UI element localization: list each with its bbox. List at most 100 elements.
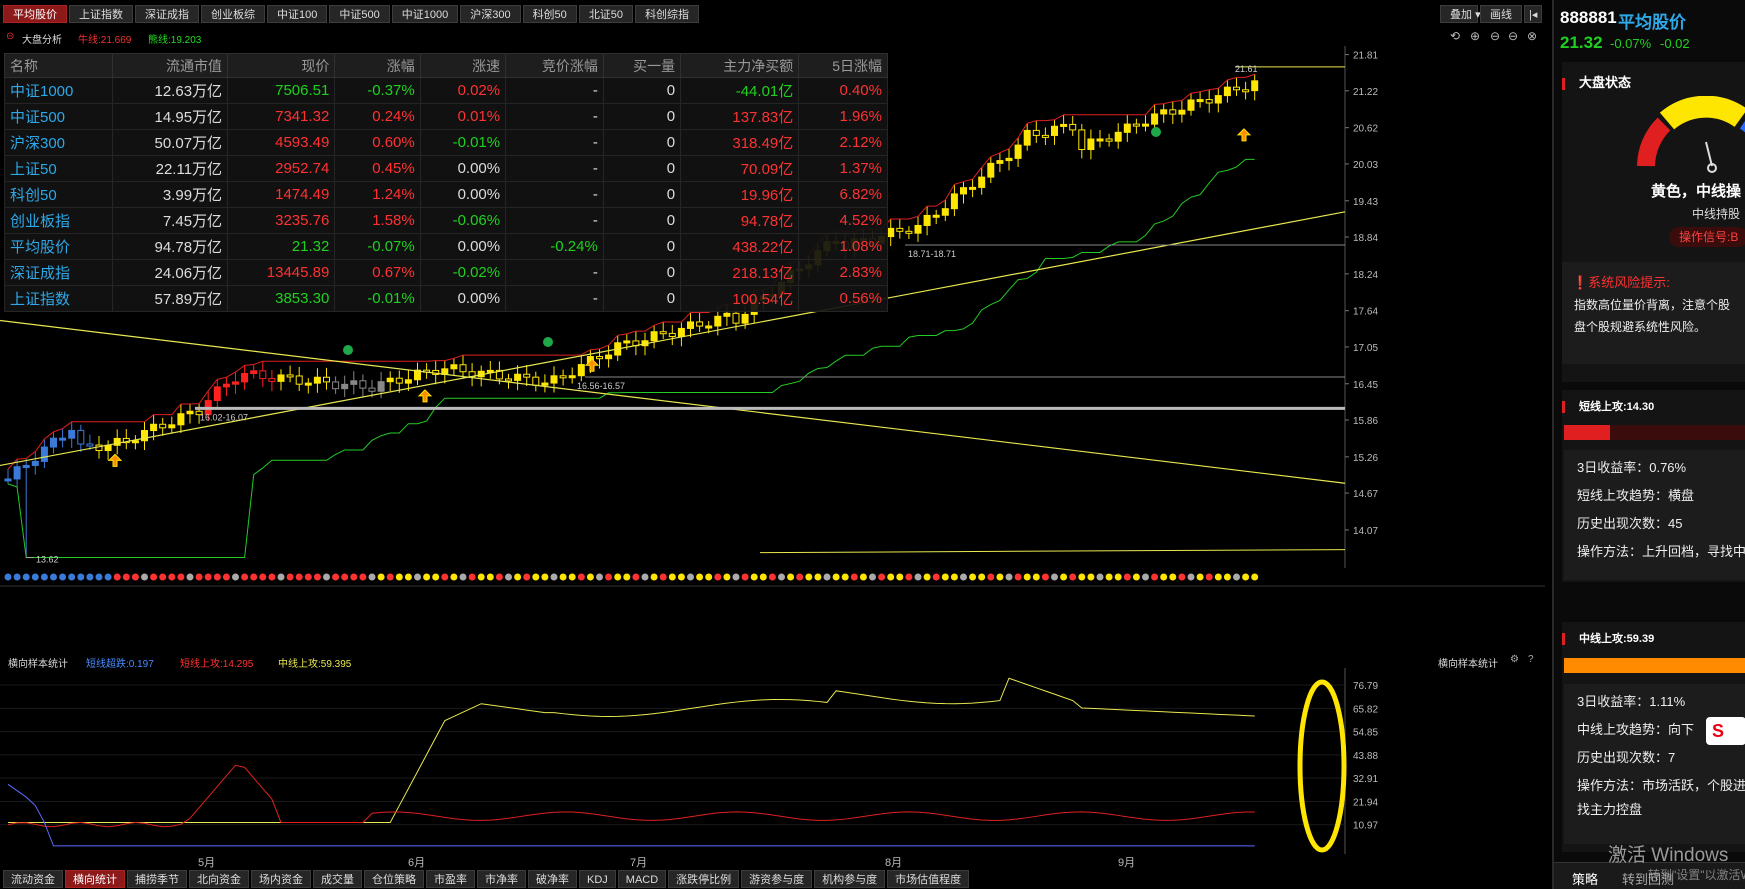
detail-line: 3日收益率：1.11% [1577,694,1686,709]
candle-body [295,375,303,385]
help-icon[interactable]: ? [1528,654,1534,665]
column-header[interactable]: 主力净买额 [680,53,800,78]
signal-dot [505,573,512,581]
close-icon[interactable]: ⊗ [1527,29,1537,43]
zoom-out-icon[interactable]: ⊖ [1490,29,1500,43]
index-tab[interactable]: 中证100 [267,5,328,23]
table-row[interactable]: 深证成指 24.06万亿 13445.89 0.67% -0.02% -0 218.13亿 2… [3,259,888,286]
indicator-tab[interactable]: 市场估值程度 [887,870,970,888]
indicator-tab[interactable]: 机构参与度 [814,870,886,888]
cell-cap: 24.06万亿 [112,259,229,286]
indicator-tab[interactable]: KDJ [579,870,616,888]
column-header[interactable]: 5日涨幅 [798,53,888,78]
column-header[interactable]: 名称 [3,53,114,78]
mid-attack-title: 中线上攻:59.39 [1579,633,1655,645]
signal-dot [668,573,676,581]
candle-body [1132,123,1140,127]
cell-bid: - [505,155,604,182]
indicator-tab[interactable]: 横向统计 [65,870,125,888]
column-header[interactable]: 现价 [227,53,336,78]
signal-dot [304,573,312,581]
indicator-tab[interactable]: 市盈率 [426,870,475,888]
indicator-tab[interactable]: 捕捞季节 [127,870,187,888]
cell-d5: 1.37% [798,155,888,182]
draw-line-button[interactable]: 画线 [1480,5,1522,23]
table-row[interactable]: 科创50 3.99万亿 1474.49 1.24% 0.00% -0 19.96亿 6.82% [3,181,888,208]
index-tab[interactable]: 上证指数 [69,5,133,23]
signal-dot [696,573,704,581]
indicator-tab[interactable]: 北向资金 [189,870,249,888]
y-tick-label: 17.05 [1353,343,1378,354]
table-row[interactable]: 平均股价 94.78万亿 21.32 -0.07% 0.00% -0.24% 0 438.22… [3,233,888,260]
candle-body [332,381,340,390]
analysis-label[interactable]: 大盘分析 [22,31,62,46]
indicator-tab[interactable]: 流动资金 [3,870,63,888]
cell-speed: -0.01% [419,129,507,156]
column-header[interactable]: 买一量 [602,53,682,78]
table-row[interactable]: 沪深300 50.07万亿 4593.49 0.60% -0.01% -0 318.49亿 2… [3,129,888,156]
index-tab[interactable]: 科创综指 [635,5,700,23]
candle-body [541,382,549,386]
signal-dot [1114,573,1122,581]
red-marker [1562,632,1565,645]
table-row[interactable]: 上证50 22.11万亿 2952.74 0.45% 0.00% -0 70.09亿 1.37… [3,155,888,182]
index-tab[interactable]: 深证成指 [135,5,199,23]
column-header[interactable]: 竞价涨幅 [505,53,604,78]
indicator-tab[interactable]: 游资参与度 [741,870,813,888]
strategy-tab[interactable]: 策略 [1572,869,1598,888]
indicator-tab[interactable]: 市净率 [477,870,526,888]
signal-dot [577,573,585,581]
signal-dot [4,573,12,581]
candle-body [987,162,995,178]
column-header[interactable]: 流通市值 [112,53,229,78]
signal-dot [923,573,931,581]
indicator-tab[interactable]: MACD [617,870,667,888]
index-tab[interactable]: 北证50 [578,5,634,23]
index-tab[interactable]: 中证1000 [391,5,459,23]
signal-dot [468,573,476,581]
table-row[interactable]: 创业板指 7.45万亿 3235.76 1.58% -0.06% -0 94.78亿 4.52… [3,207,888,234]
index-tab[interactable]: 平均股价 [3,5,67,23]
column-header[interactable]: 涨幅 [334,53,421,78]
table-row[interactable]: 上证指数 57.89万亿 3853.30 -0.01% 0.00% -0 100.54亿 0.… [3,285,888,312]
indicator-tab[interactable]: 成交量 [313,870,362,888]
signal-dot [532,573,540,581]
signal-dot [414,573,421,581]
operation-signal-badge[interactable]: 操作信号:B [1669,227,1745,247]
candle-body [1223,86,1231,97]
signal-dot [623,573,631,581]
indicator-tab[interactable]: 涨跌停比例 [668,870,740,888]
collapse-icon[interactable]: |◂ [1524,5,1543,23]
short-attack-line [7,764,1255,828]
candle-body [650,331,658,342]
index-tab[interactable]: 创业板综 [201,5,265,23]
signal-dot [486,573,494,581]
overlay-dropdown[interactable]: 叠加 ▾ [1440,5,1481,23]
candle-body [932,214,940,218]
column-header[interactable]: 涨速 [419,53,507,78]
signal-dot [896,573,904,581]
cell-speed: 0.01% [419,103,507,130]
dropdown-circle-icon[interactable]: ⊝ [6,31,14,42]
minimize-icon[interactable]: ⊖ [1508,29,1518,43]
cell-price: 4593.49 [227,129,336,156]
bull-line-value: 牛线:21.669 [78,35,132,46]
sogou-input-icon[interactable]: S [1706,717,1745,745]
lower-indicator-chart[interactable]: 76.79 65.82 54.85 43.88 32.91 21.94 10.97 [0,668,1545,854]
zoom-in-icon[interactable]: ⊕ [1470,29,1480,43]
table-row[interactable]: 中证1000 12.63万亿 7506.51 -0.37% 0.02% -0 -44.01亿… [3,77,888,104]
cell-price: 3853.30 [227,285,336,312]
indicator-tab[interactable]: 场内资金 [251,870,311,888]
refresh-icon[interactable]: ⟲ [1450,29,1460,43]
detail-line: 历史出现次数：7 [1577,750,1676,765]
index-tab[interactable]: 沪深300 [460,5,521,23]
index-tab[interactable]: 中证500 [329,5,390,23]
index-tab[interactable]: 科创50 [522,5,577,23]
gear-icon[interactable]: ⚙ [1510,654,1519,665]
table-row[interactable]: 中证500 14.95万亿 7341.32 0.24% 0.01% -0 137.83亿 1.… [3,103,888,130]
indicator-tab[interactable]: 仓位策略 [364,870,424,888]
signal-dot [22,573,30,581]
indicator-tab[interactable]: 破净率 [528,870,577,888]
cell-cap: 94.78万亿 [112,233,229,260]
stock-name: 平均股价 [1618,13,1686,32]
